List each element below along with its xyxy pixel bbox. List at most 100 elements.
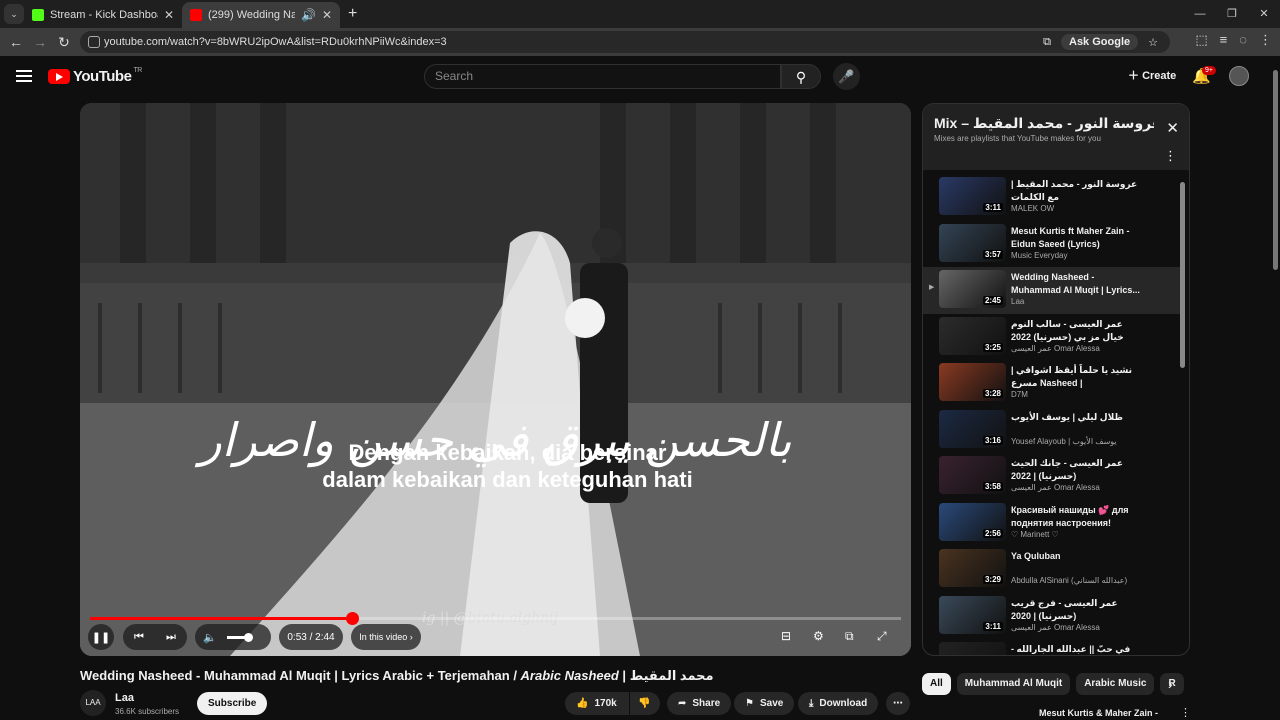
browser-tab-youtube[interactable]: (299) Wedding Nasheed - M 🔊 ✕ bbox=[182, 2, 340, 28]
playlist-item[interactable]: 3:57 Mesut Kurtis ft Maher Zain - Eidun S… bbox=[923, 221, 1181, 268]
playlist-title[interactable]: Mix – عروسة النور - محمد المقيط |... bbox=[934, 115, 1154, 132]
media-control-icon[interactable]: ≡ bbox=[1220, 32, 1228, 48]
playlist-item-thumbnail[interactable]: 3:29 bbox=[939, 549, 1006, 587]
dislike-button[interactable]: 👎 bbox=[630, 692, 660, 715]
close-tab-icon[interactable]: ✕ bbox=[322, 8, 332, 22]
tab-search-button[interactable]: ⌄ bbox=[4, 4, 24, 24]
playlist-item-title[interactable]: في حبّ || عبدالله الجارالله - أحمد النفي… bbox=[1011, 643, 1141, 655]
pause-button[interactable]: ❚❚ bbox=[88, 624, 114, 650]
browser-tab-kick[interactable]: Stream - Kick Dashboard ✕ bbox=[24, 2, 182, 28]
next-recommendation-title[interactable]: Mesut Kurtis & Maher Zain - bbox=[1039, 708, 1158, 718]
more-actions-button[interactable]: ⋯ bbox=[886, 692, 910, 715]
settings-gear-icon[interactable]: ⚙ bbox=[813, 629, 824, 643]
recommendation-menu-icon[interactable]: ⋮ bbox=[1180, 706, 1191, 719]
voice-search-button[interactable]: 🎤 bbox=[833, 63, 860, 90]
playlist-item-title[interactable]: عمر العيسى - جانك الحيث (حسرنيا) | 2022 bbox=[1011, 457, 1141, 483]
playlist-menu-icon[interactable]: ⋮ bbox=[1164, 148, 1177, 164]
playlist-item[interactable]: 2:56 Красивый нашиды 💕 для поднятия настр… bbox=[923, 500, 1181, 547]
miniplayer-icon[interactable]: ⧉ bbox=[845, 629, 854, 644]
playlist-item-thumbnail[interactable]: 3:11 bbox=[939, 177, 1006, 215]
playlist-item-thumbnail[interactable]: 3:58 bbox=[939, 456, 1006, 494]
search-input[interactable]: Search bbox=[424, 64, 781, 89]
previous-video-icon[interactable]: ⏮ bbox=[134, 631, 144, 644]
profile-icon[interactable]: ◌ bbox=[1239, 32, 1247, 48]
page-scrollbar-thumb[interactable] bbox=[1273, 70, 1278, 270]
playlist-item-thumbnail[interactable]: 3:16 bbox=[939, 409, 1006, 448]
scrollbar-thumb[interactable] bbox=[1180, 182, 1185, 368]
account-avatar[interactable] bbox=[1229, 66, 1249, 86]
playlist-item-title[interactable]: Ya Quluban bbox=[1011, 550, 1141, 563]
browser-menu-icon[interactable]: ⋮ bbox=[1259, 32, 1272, 48]
playlist-item-thumbnail[interactable]: 3:25 bbox=[939, 316, 1006, 355]
playlist-item-thumbnail[interactable]: 2:45 bbox=[939, 270, 1006, 308]
save-button[interactable]: ⚑ Save bbox=[734, 692, 795, 715]
video-player[interactable]: بالحسن يبرق في حسن واصرار Dengan kebaika… bbox=[80, 103, 911, 656]
bookmark-star-icon[interactable]: ☆ bbox=[1148, 36, 1158, 49]
volume-icon[interactable]: 🔈 bbox=[203, 631, 217, 644]
playlist-item[interactable]: ▶ 2:45 Wedding Nasheed - Muhammad Al Muqit… bbox=[923, 267, 1181, 314]
playlist-item-thumbnail[interactable]: 3:28 bbox=[939, 363, 1006, 401]
playlist-item-thumbnail[interactable]: 2:56 bbox=[939, 502, 1006, 541]
close-window-icon[interactable]: ✕ bbox=[1248, 0, 1280, 28]
like-button[interactable]: 👍 170k bbox=[565, 692, 629, 715]
playlist-item-thumbnail[interactable]: 3:11 bbox=[939, 595, 1006, 634]
playlist-item-title[interactable]: عمر العيسى - سالب النوم خيال مز بي (حسرن… bbox=[1011, 318, 1141, 344]
playlist-item-title[interactable]: ظلال ليلي | يوسف الأيوب bbox=[1011, 411, 1141, 424]
playlist-item-title[interactable]: عروسة النور - محمد المقيط | مع الكلمات bbox=[1011, 178, 1141, 204]
subscribe-button[interactable]: Subscribe bbox=[197, 692, 268, 715]
playlist-item-thumbnail[interactable] bbox=[939, 642, 1006, 655]
playlist-item[interactable]: 3:11 عروسة النور - محمد المقيط | مع الكلم… bbox=[923, 174, 1181, 221]
reload-icon[interactable]: ↻ bbox=[52, 34, 76, 51]
audio-playing-icon[interactable]: 🔊 bbox=[301, 8, 316, 22]
filter-chip[interactable]: All bbox=[922, 673, 951, 695]
playlist-header: Mix – عروسة النور - محمد المقيط |... Mix… bbox=[923, 104, 1189, 170]
playlist-item[interactable]: 3:29 Ya Quluban Abdulla AlSinani (عبدالله … bbox=[923, 546, 1181, 593]
ask-google-button[interactable]: Ask Google bbox=[1061, 34, 1139, 50]
site-info-icon[interactable] bbox=[88, 36, 100, 48]
new-tab-button[interactable]: + bbox=[348, 5, 357, 23]
back-icon[interactable]: ← bbox=[4, 34, 28, 50]
volume-slider[interactable] bbox=[226, 632, 253, 642]
search-button[interactable]: ⚲ bbox=[781, 64, 821, 89]
install-app-icon[interactable]: ⧉ bbox=[1043, 36, 1051, 49]
chips-next-icon[interactable]: › bbox=[1168, 676, 1173, 692]
in-this-video-button[interactable]: In this video › bbox=[351, 624, 421, 650]
extensions-icon[interactable]: ⬚ bbox=[1195, 32, 1207, 48]
playlist-item[interactable]: 3:11 عمر العيسى - فرج قريب (حسرنيا) | 202… bbox=[923, 593, 1181, 640]
channel-avatar[interactable]: LAA bbox=[80, 690, 106, 716]
restore-icon[interactable]: ❐ bbox=[1216, 0, 1248, 28]
playlist-item-channel: Laa bbox=[1011, 297, 1025, 306]
channel-name[interactable]: Laa bbox=[115, 692, 134, 704]
playlist-item[interactable]: 3:25 عمر العيسى - سالب النوم خيال مز بي (… bbox=[923, 314, 1181, 361]
volume-control[interactable]: 🔈 bbox=[195, 624, 271, 650]
playlist-item-title[interactable]: Mesut Kurtis ft Maher Zain - Eidun Saeed… bbox=[1011, 225, 1141, 251]
filter-chip[interactable]: Arabic Music bbox=[1076, 673, 1155, 695]
next-video-icon[interactable]: ⏭ bbox=[166, 631, 176, 644]
fullscreen-icon[interactable]: ⤢ bbox=[877, 629, 887, 644]
playlist-item[interactable]: 3:28 نشيد يا حلماً أيقظ اشواقي | مسرع Nas… bbox=[923, 360, 1181, 407]
hamburger-menu-icon[interactable] bbox=[16, 70, 32, 82]
close-tab-icon[interactable]: ✕ bbox=[164, 8, 174, 22]
window-controls: — ❐ ✕ bbox=[1184, 0, 1280, 28]
seek-bar[interactable] bbox=[90, 612, 901, 625]
subtitles-icon[interactable]: ⊟ bbox=[781, 629, 791, 643]
playlist-item[interactable]: 3:16 ظلال ليلي | يوسف الأيوب Yousef Alayou… bbox=[923, 407, 1181, 454]
filter-chip[interactable]: Muhammad Al Muqit bbox=[956, 673, 1071, 695]
youtube-logo[interactable]: YouTube TR bbox=[48, 67, 142, 85]
address-bar[interactable]: youtube.com/watch?v=8bWRU2ipOwA&list=RDu… bbox=[80, 31, 1170, 53]
download-button[interactable]: ⤓ Download bbox=[798, 692, 879, 715]
playlist-item[interactable]: في حبّ || عبدالله الجارالله - أحمد النفي… bbox=[923, 639, 1181, 655]
playlist-item-thumbnail[interactable]: 3:57 bbox=[939, 223, 1006, 262]
share-button[interactable]: ➦ Share bbox=[667, 692, 732, 715]
playlist-item-title[interactable]: نشيد يا حلماً أيقظ اشواقي | مسرع Nasheed… bbox=[1011, 364, 1141, 390]
playlist-item-title[interactable]: Красивый нашиды 💕 для поднятия настроени… bbox=[1011, 504, 1141, 530]
playlist-item-title[interactable]: Wedding Nasheed - Muhammad Al Muqit | Ly… bbox=[1011, 271, 1141, 297]
minimize-icon[interactable]: — bbox=[1184, 0, 1216, 28]
forward-icon[interactable]: → bbox=[28, 34, 52, 50]
playlist-item-title[interactable]: عمر العيسى - فرج قريب (حسرنيا) | 2020 bbox=[1011, 597, 1141, 623]
create-button[interactable]: ＋ Create bbox=[1118, 63, 1186, 90]
close-icon[interactable]: ✕ bbox=[1166, 119, 1179, 137]
playlist-item[interactable]: 3:58 عمر العيسى - جانك الحيث (حسرنيا) | 2… bbox=[923, 453, 1181, 500]
page-scrollbar[interactable] bbox=[1270, 56, 1280, 720]
playlist-scrollbar[interactable] bbox=[1180, 174, 1185, 652]
